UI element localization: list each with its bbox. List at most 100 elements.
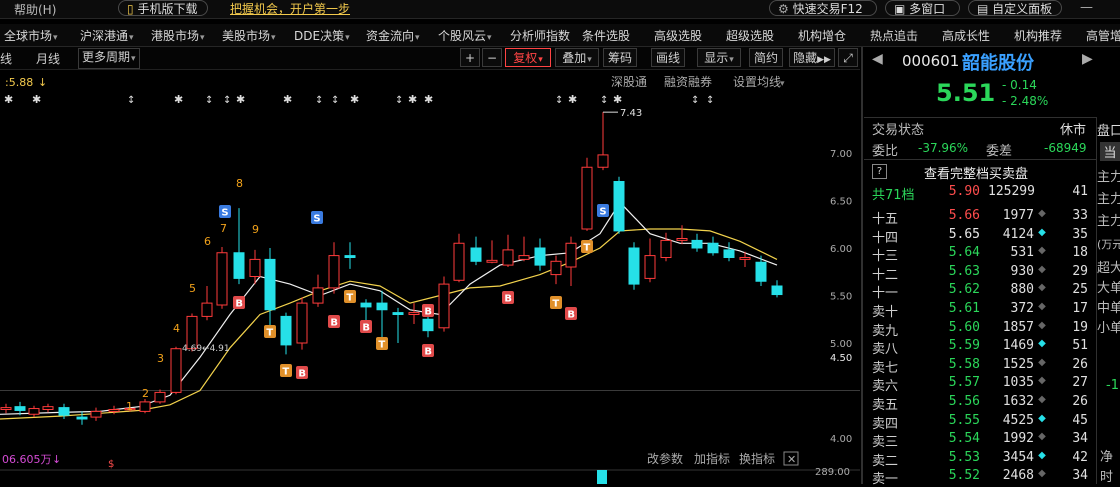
link-set-ma[interactable]: 设置均线 xyxy=(733,75,781,89)
orderbook-row[interactable]: 卖八 5.59 1469 ◆ 51 xyxy=(864,338,1090,357)
multi-window-button[interactable]: ▣ 多窗口 xyxy=(885,0,960,16)
kline-chart[interactable]: ✱ ✱ ✱ ✱ ✱ ✱ ✱ ✱ ✱ ✱↕ ↕ ↕ ↕ ↕ ↕ ↕ ↕ ↕ ↕SSSBB BBBBBBTTTTTT123… xyxy=(0,70,860,484)
custom-panel-button[interactable]: ▤ 自定义面板 xyxy=(968,0,1062,16)
menu-hotspot[interactable]: 热点追击 xyxy=(870,27,918,44)
signal-badge-letter: B xyxy=(362,323,370,334)
simple-mode-button[interactable]: 简约 xyxy=(749,48,783,67)
bolt-icon: ⚙ xyxy=(778,2,789,16)
orderbook-level-label: 十二 xyxy=(872,267,899,283)
orderbook-row[interactable]: 卖三 5.54 1992 ◆ 34 xyxy=(864,431,1090,450)
hide-button[interactable]: 隐藏▶▶ xyxy=(789,48,835,67)
promo-link[interactable]: 把握机会，开户第一步 xyxy=(230,0,350,17)
orderbook-row[interactable]: 卖九 5.60 1857 ◆ 19 xyxy=(864,319,1090,339)
side-tab-current[interactable]: 当 xyxy=(1100,142,1120,161)
next-stock-icon[interactable]: ▶ xyxy=(1082,51,1093,67)
menu-inst-recommend[interactable]: 机构推荐 xyxy=(1014,27,1062,44)
chevron-down-icon: ▾ xyxy=(780,79,785,89)
ma-arrow-icon: ↓ xyxy=(38,76,47,89)
change-indicator-link[interactable]: 换指标 xyxy=(739,451,775,466)
menu-analyst-index[interactable]: 分析师指数 xyxy=(510,27,570,44)
fullscreen-icon[interactable]: ⤢ xyxy=(838,48,858,67)
candle-body xyxy=(422,318,434,332)
display-dropdown[interactable]: 显示▾ xyxy=(697,48,741,67)
period-month[interactable]: 月线 xyxy=(36,50,60,67)
orderbook-row[interactable]: 十四 5.65 4124 ◆ 35 xyxy=(864,227,1090,246)
chips-button[interactable]: 筹码 xyxy=(603,48,637,67)
candle-body xyxy=(660,239,672,258)
moving-average-lines xyxy=(0,201,778,420)
side-tab-pankou[interactable]: 盘口 xyxy=(1097,120,1120,139)
prev-stock-icon[interactable]: ◀ xyxy=(872,51,883,67)
orderbook-row[interactable]: 十二 5.63 930 ◆ 29 xyxy=(864,264,1090,283)
help-icon[interactable]: ? xyxy=(872,164,887,179)
zoom-out-button[interactable]: − xyxy=(482,48,502,67)
orderbook-count: 17 xyxy=(1072,301,1088,316)
zoom-in-button[interactable]: + xyxy=(460,48,480,67)
menu-us-market[interactable]: 美股市场▾ xyxy=(222,27,276,44)
menu-global-market[interactable]: 全球市场▾ xyxy=(4,27,58,44)
orderbook-row[interactable]: 卖六 5.57 1035 ◆ 27 xyxy=(864,375,1090,394)
minimize-icon[interactable]: — xyxy=(1080,0,1093,15)
orderbook-row[interactable]: 十一 5.62 880 ◆ 25 xyxy=(864,282,1090,301)
signal-badge-letter: B xyxy=(235,299,243,310)
menu-hk-market[interactable]: 港股市场▾ xyxy=(151,27,205,44)
add-indicator-link[interactable]: 加指标 xyxy=(694,451,730,466)
sequence-number: 1 xyxy=(126,400,133,413)
orderbook-row[interactable]: 十五 5.66 1977 ◆ 33 xyxy=(864,208,1090,227)
link-margin-trading[interactable]: 融资融券 xyxy=(664,74,712,89)
signal-badge-letter: B xyxy=(424,307,432,318)
signal-badge-letter: B xyxy=(330,318,338,329)
orderbook-dot-icon: ◆ xyxy=(1038,431,1046,443)
menu-super-select[interactable]: 超级选股 xyxy=(726,27,774,44)
adjust-dropdown[interactable]: 复权▾ xyxy=(505,48,551,67)
menu-capital-flow[interactable]: 资金流向▾ xyxy=(366,27,420,44)
orderbook-price: 5.60 xyxy=(948,319,980,335)
sequence-number: 9 xyxy=(252,223,259,236)
more-periods-dropdown[interactable]: 更多周期▾ xyxy=(78,48,140,69)
star-icon: ✱ xyxy=(174,93,183,106)
help-menu[interactable]: 帮助(H) xyxy=(14,1,56,18)
quick-trade-button[interactable]: ⚙ 快速交易F12 xyxy=(769,0,877,16)
volume-bar xyxy=(597,470,607,484)
candle-body xyxy=(597,154,609,168)
menu-bar: 全球市场▾ 沪深港通▾ 港股市场▾ 美股市场▾ DDE决策▾ 资金流向▾ 个股风… xyxy=(0,24,1120,47)
orderbook-row[interactable]: 卖四 5.55 4525 ◆ 45 xyxy=(864,412,1090,432)
orderbook-volume: 1992 xyxy=(1002,431,1034,447)
orderbook-price: 5.55 xyxy=(948,412,980,428)
orderbook-row[interactable]: 十三 5.64 531 ◆ 18 xyxy=(864,245,1090,264)
overlay-dropdown[interactable]: 叠加▾ xyxy=(555,48,599,67)
candle-body xyxy=(360,302,372,308)
view-full-orderbook-link[interactable]: 查看完整档买卖盘 xyxy=(924,163,1028,182)
menu-connect[interactable]: 沪深港通▾ xyxy=(80,27,134,44)
orderbook-price: 5.54 xyxy=(948,431,980,447)
period-line[interactable]: 线 xyxy=(0,50,12,67)
menu-exec-increase[interactable]: 高管增 xyxy=(1086,27,1120,44)
edit-params-link[interactable]: 改参数 xyxy=(647,451,683,466)
menu-stock-news[interactable]: 个股风云▾ xyxy=(438,27,492,44)
menu-high-growth[interactable]: 高成长性 xyxy=(942,27,990,44)
signal-badge-letter: T xyxy=(346,293,353,304)
mobile-download-button[interactable]: ▯ 手机版下载 xyxy=(118,0,208,16)
orderbook-count: 26 xyxy=(1072,394,1088,409)
signal-badge-letter: B xyxy=(298,369,306,380)
double-arrow-icon: ↕ xyxy=(331,95,339,106)
link-shenzhen-connect[interactable]: 深股通 xyxy=(611,75,647,89)
candle-body xyxy=(755,261,767,282)
orderbook-row[interactable]: 卖十 5.61 372 ◆ 17 xyxy=(864,301,1090,320)
min-price-label: 4.69←4.91 xyxy=(182,344,230,354)
orderbook-row[interactable]: 卖五 5.56 1632 ◆ 26 xyxy=(864,394,1090,413)
menu-inst-increase[interactable]: 机构增仓 xyxy=(798,27,846,44)
side-item: 超大 xyxy=(1097,261,1120,276)
sequence-number: 2 xyxy=(142,387,149,400)
draw-line-button[interactable]: 画线 xyxy=(651,48,685,67)
candle-body xyxy=(280,315,292,346)
menu-dde[interactable]: DDE决策▾ xyxy=(294,27,350,44)
orderbook-row[interactable]: 卖七 5.58 1525 ◆ 26 xyxy=(864,357,1090,376)
y-tick-label: 7.00 xyxy=(830,149,852,160)
weibi-label: 委比 xyxy=(872,144,899,159)
candle-body xyxy=(344,255,356,259)
sequence-number: 5 xyxy=(189,282,196,295)
menu-advanced-select[interactable]: 高级选股 xyxy=(654,27,702,44)
orderbook-row[interactable]: 卖二 5.53 3454 ◆ 42 xyxy=(864,450,1090,469)
menu-condition-select[interactable]: 条件选股 xyxy=(582,27,630,44)
